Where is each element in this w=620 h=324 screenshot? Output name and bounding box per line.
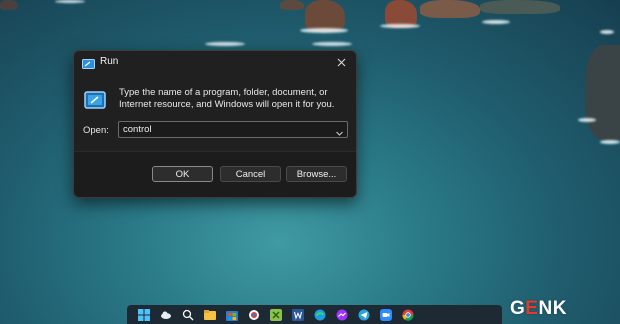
weather-icon[interactable]: [155, 305, 177, 324]
open-input[interactable]: [119, 122, 323, 137]
dialog-title: Run: [100, 56, 119, 67]
ok-button[interactable]: OK: [152, 166, 213, 182]
browse-button[interactable]: Browse...: [286, 166, 347, 182]
photos-icon[interactable]: [243, 305, 265, 324]
run-dialog: Run Type the name of a program, folder, …: [73, 50, 357, 198]
dialog-description: Type the name of a program, folder, docu…: [119, 87, 335, 110]
open-combobox[interactable]: [118, 121, 348, 138]
telegram-icon[interactable]: [353, 305, 375, 324]
greenshot-icon[interactable]: [265, 305, 287, 324]
file-explorer-icon[interactable]: [199, 305, 221, 324]
titlebar[interactable]: Run: [74, 51, 356, 73]
chevron-down-icon[interactable]: [335, 125, 344, 136]
run-program-icon: [84, 91, 106, 109]
edge-icon[interactable]: [309, 305, 331, 324]
genk-watermark-logo: GENK: [510, 298, 567, 319]
windows-start-icon[interactable]: [133, 305, 155, 324]
store-icon[interactable]: [221, 305, 243, 324]
search-icon[interactable]: [177, 305, 199, 324]
taskbar: [127, 305, 502, 324]
close-icon[interactable]: [332, 53, 350, 71]
zoom-icon[interactable]: [375, 305, 397, 324]
open-label: Open:: [83, 125, 109, 136]
word-icon[interactable]: [287, 305, 309, 324]
messenger-icon[interactable]: [331, 305, 353, 324]
chrome-icon[interactable]: [397, 305, 419, 324]
cancel-button[interactable]: Cancel: [220, 166, 281, 182]
run-icon: [82, 56, 95, 69]
